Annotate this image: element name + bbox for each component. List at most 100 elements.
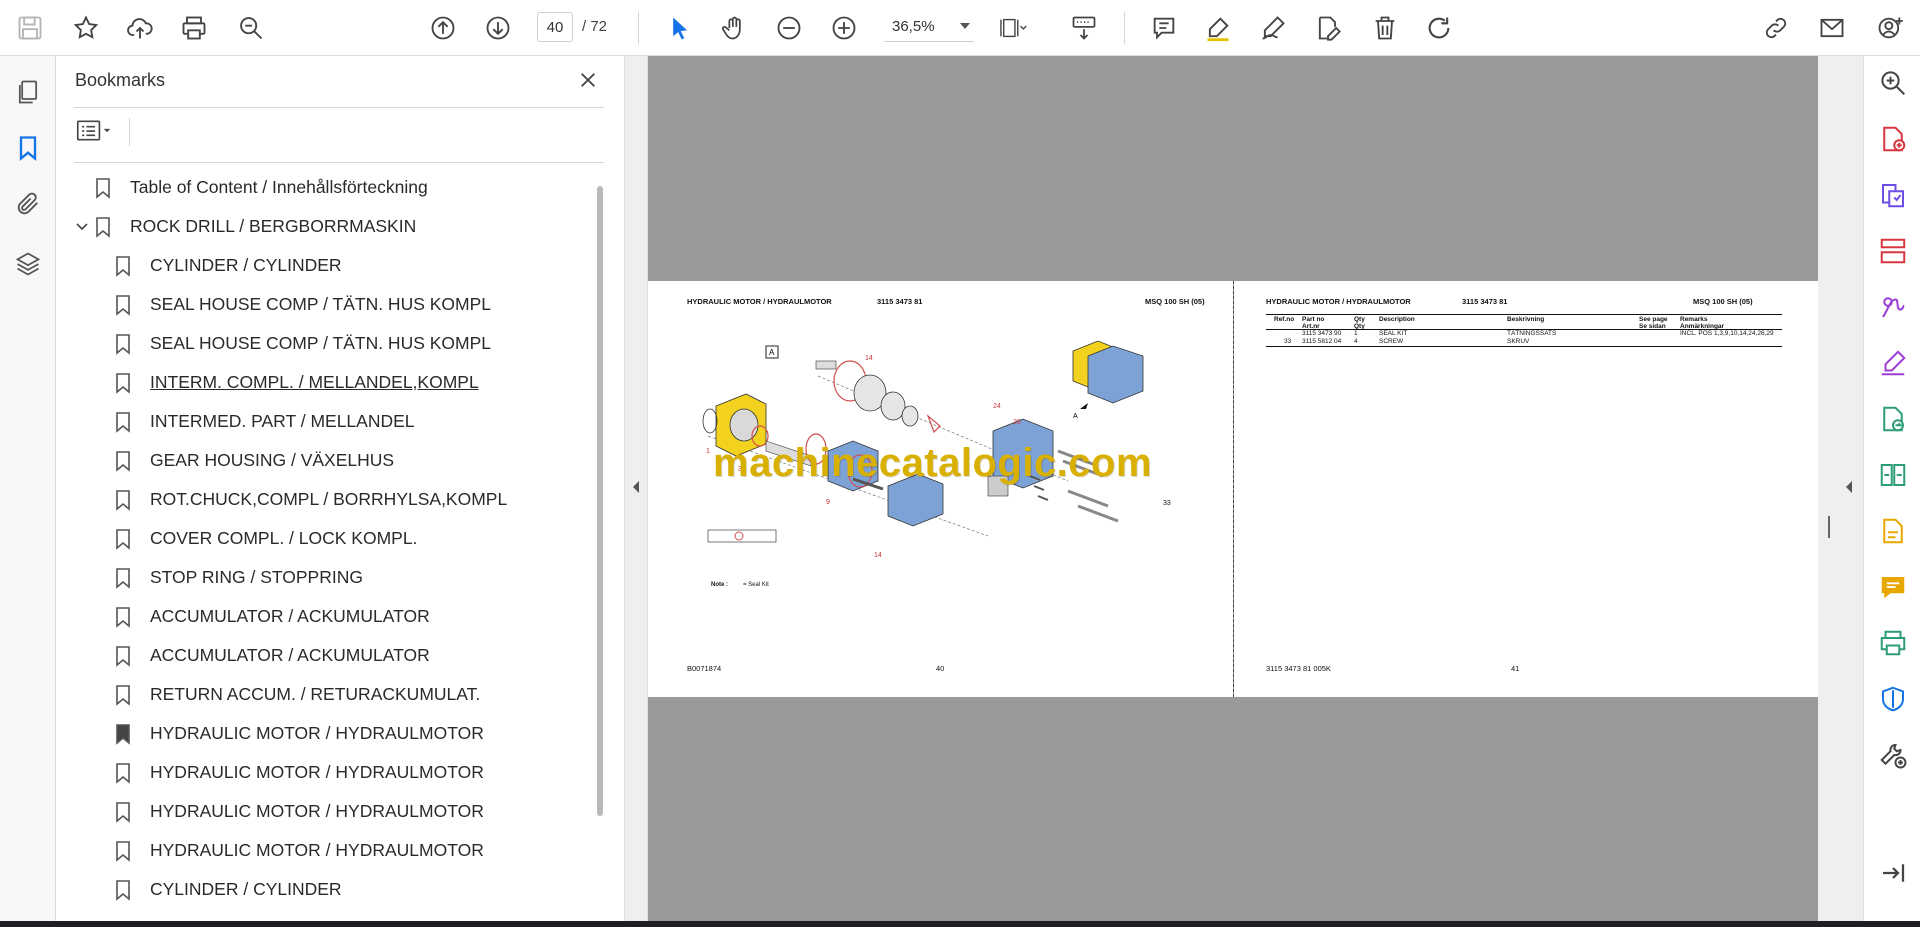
close-icon[interactable]	[574, 66, 602, 94]
page-number-input[interactable]	[537, 12, 573, 42]
document-view[interactable]: HYDRAULIC MOTOR / HYDRAULMOTOR 3115 3473…	[648, 56, 1818, 921]
zoom-out-icon[interactable]	[771, 10, 807, 46]
table-rule	[1266, 346, 1782, 347]
table-cell: 3115 3473 90	[1302, 330, 1342, 337]
bookmark-item[interactable]: ROCK DRILL / BERGBORRMASKIN	[74, 207, 594, 246]
more-tools-icon[interactable]	[1876, 738, 1910, 772]
collapse-left-icon	[633, 481, 639, 493]
bookmark-item[interactable]: RETURN ACCUM. / RETURACKUMULAT.	[74, 675, 594, 714]
edit-text-icon[interactable]	[1310, 10, 1346, 46]
draw-icon[interactable]	[1255, 10, 1291, 46]
bookmark-item[interactable]: ROT.CHUCK,COMPL / BORRHYLSA,KOMPL	[74, 480, 594, 519]
bookmark-item[interactable]: HYDRAULIC MOTOR / HYDRAULMOTOR	[74, 792, 594, 831]
bookmarks-icon[interactable]	[10, 130, 46, 166]
compare-icon[interactable]	[1876, 458, 1910, 492]
search-zoom-icon[interactable]	[233, 10, 269, 46]
zoom-search-icon[interactable]	[1876, 66, 1910, 100]
export-pdf-icon[interactable]	[1876, 178, 1910, 212]
print-icon[interactable]	[176, 10, 212, 46]
taskbar-edge	[0, 921, 1920, 927]
account-icon[interactable]	[1872, 10, 1908, 46]
bookmark-label: RETURN ACCUM. / RETURACKUMULAT.	[150, 684, 481, 704]
svg-text:A: A	[769, 348, 775, 357]
bookmark-item[interactable]: CYLINDER / CYLINDER	[74, 246, 594, 285]
seal-kit-note-label: Note :	[711, 582, 728, 588]
pages-thumbnails-icon[interactable]	[10, 74, 46, 110]
panel-divider	[74, 107, 604, 108]
scroll-mode-icon[interactable]	[1066, 10, 1102, 46]
bookmark-icon	[116, 840, 130, 862]
upload-cloud-icon[interactable]	[122, 10, 158, 46]
bookmark-label: CYLINDER / CYLINDER	[150, 879, 342, 899]
bookmark-item[interactable]: GEAR HOUSING / VÄXELHUS	[74, 441, 594, 480]
table-cell: 33	[1284, 338, 1292, 345]
bookmark-options-button[interactable]	[74, 116, 120, 146]
select-cursor-icon[interactable]	[661, 10, 697, 46]
bookmark-label: SEAL HOUSE COMP / TÄTN. HUS KOMPL	[150, 333, 492, 353]
fill-sign-icon[interactable]	[1876, 290, 1910, 324]
collapse-tools-pane-handle[interactable]	[1818, 56, 1863, 921]
tools-pane-rail	[1863, 56, 1920, 921]
zoom-level-select[interactable]: 36,5%	[884, 12, 974, 42]
bookmark-item[interactable]: COVER COMPL. / LOCK KOMPL.	[74, 519, 594, 558]
layers-icon[interactable]	[10, 246, 46, 282]
bookmarks-scrollbar[interactable]	[597, 186, 603, 816]
bookmark-item[interactable]: SEAL HOUSE COMP / TÄTN. HUS KOMPL	[74, 285, 594, 324]
comment-tool-icon[interactable]	[1876, 570, 1910, 604]
bookmarks-panel: Bookmarks Table of Content / Innehållsfö…	[56, 56, 625, 921]
bookmark-item[interactable]: CYLINDER / CYLINDER	[74, 870, 594, 909]
bookmark-label: Table of Content / Innehållsförteckning	[130, 177, 428, 197]
collapse-nav-pane-handle[interactable]	[625, 56, 648, 921]
bookmark-icon	[116, 567, 130, 589]
chevron-down-icon	[960, 23, 970, 29]
comment-icon[interactable]	[1146, 10, 1182, 46]
zoom-in-icon[interactable]	[826, 10, 862, 46]
organize-pages-icon[interactable]	[1876, 234, 1910, 268]
edit-pdf-icon[interactable]	[1876, 402, 1910, 436]
bookmark-label: ACCUMULATOR / ACKUMULATOR	[150, 606, 430, 626]
page-fit-icon[interactable]	[996, 10, 1032, 46]
print-production-icon[interactable]	[1876, 626, 1910, 660]
bookmark-item[interactable]: HYDRAULIC MOTOR / HYDRAULMOTOR	[74, 831, 594, 870]
email-icon[interactable]	[1814, 10, 1850, 46]
page-up-icon[interactable]	[425, 10, 461, 46]
bookmark-item[interactable]: HYDRAULIC MOTOR / HYDRAULMOTOR	[74, 714, 594, 753]
page-down-icon[interactable]	[480, 10, 516, 46]
request-signature-icon[interactable]	[1876, 346, 1910, 380]
bookmark-item[interactable]: STOP RING / STOPPRING	[74, 558, 594, 597]
col-header: Qty	[1354, 316, 1365, 323]
callout-label: 24	[993, 403, 1001, 410]
hand-tool-icon[interactable]	[716, 10, 752, 46]
panel-divider	[129, 118, 130, 146]
bookmark-item[interactable]: ACCUMULATOR / ACKUMULATOR	[74, 597, 594, 636]
bookmark-item[interactable]: SEAL HOUSE COMP / TÄTN. HUS KOMPL	[74, 324, 594, 363]
chevron-down-icon[interactable]	[74, 219, 90, 235]
page-footer-code: 3115 3473 81 005K	[1266, 664, 1331, 673]
resize-grip-icon[interactable]	[1828, 516, 1830, 538]
panel-divider	[74, 162, 604, 163]
bookmark-star-icon[interactable]	[68, 10, 104, 46]
bookmarks-panel-title: Bookmarks	[75, 70, 166, 90]
save-icon[interactable]	[12, 10, 48, 46]
bookmark-item[interactable]: Table of Content / Innehållsförteckning	[74, 168, 594, 207]
bookmark-icon	[116, 528, 130, 550]
attachments-icon[interactable]	[10, 186, 46, 222]
combine-files-icon[interactable]	[1876, 514, 1910, 548]
highlight-icon[interactable]	[1200, 10, 1236, 46]
bookmark-item[interactable]: INTERMED. PART / MELLANDEL	[74, 402, 594, 441]
col-header: Anmärkningar	[1680, 323, 1725, 330]
col-header: Ref.no	[1274, 316, 1295, 323]
create-pdf-icon[interactable]	[1876, 122, 1910, 156]
bookmark-label: CYLINDER / CYLINDER	[150, 255, 342, 275]
bookmark-item[interactable]: ACCUMULATOR / ACKUMULATOR	[74, 636, 594, 675]
rotate-icon[interactable]	[1421, 10, 1457, 46]
bookmark-icon	[116, 255, 130, 277]
share-link-icon[interactable]	[1758, 10, 1794, 46]
delete-icon[interactable]	[1367, 10, 1403, 46]
collapse-panel-icon[interactable]	[1876, 856, 1910, 890]
callout-label: 1	[706, 448, 710, 455]
protect-icon[interactable]	[1876, 682, 1910, 716]
bookmark-item[interactable]: HYDRAULIC MOTOR / HYDRAULMOTOR	[74, 753, 594, 792]
bookmark-item[interactable]: INTERM. COMPL. / MELLANDEL,KOMPL	[74, 363, 594, 402]
pdf-page-40: HYDRAULIC MOTOR / HYDRAULMOTOR 3115 3473…	[648, 281, 1233, 697]
